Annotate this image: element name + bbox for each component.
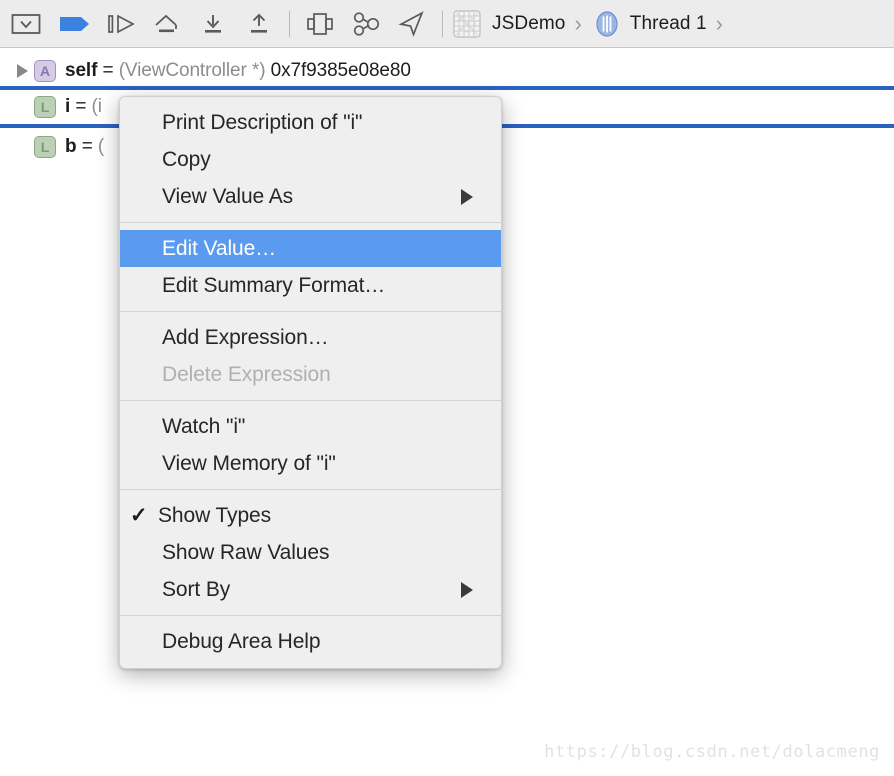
debug-toolbar: JSDemo › Thread 1 › — [0, 0, 894, 48]
panel-collapse-icon — [11, 12, 41, 36]
toolbar-divider-2 — [442, 10, 443, 37]
variable-value: 0x7f9385e08e80 — [265, 60, 411, 81]
continue-program-icon — [105, 12, 137, 36]
menu-item-label: Edit Summary Format… — [162, 273, 386, 297]
variable-equals: = — [70, 96, 92, 117]
thread-icon — [593, 10, 621, 38]
menu-separator — [120, 222, 501, 223]
menu-item-view-value-as[interactable]: View Value As — [120, 178, 501, 215]
simulate-location-button[interactable] — [389, 0, 435, 48]
toolbar-divider-1 — [289, 10, 290, 37]
menu-item-watch[interactable]: Watch "i" — [120, 408, 501, 445]
variable-type: ( — [97, 136, 105, 157]
variable-type: (ViewController *) — [118, 60, 266, 81]
menu-item-view-memory[interactable]: View Memory of "i" — [120, 445, 501, 482]
memory-graph-button[interactable] — [343, 0, 389, 48]
variables-context-menu[interactable]: Print Description of "i" Copy View Value A… — [119, 96, 502, 669]
variable-name: b — [65, 136, 77, 157]
menu-item-label: Delete Expression — [162, 362, 331, 386]
menu-item-label: Copy — [162, 147, 211, 171]
disclosure-triangle-icon[interactable] — [10, 64, 34, 78]
menu-item-show-raw-values[interactable]: Show Raw Values — [120, 534, 501, 571]
menu-item-debug-area-help[interactable]: Debug Area Help — [120, 623, 501, 660]
menu-item-label: View Memory of "i" — [162, 451, 336, 475]
table-row[interactable]: A self = (ViewController *) 0x7f9385e08e… — [0, 53, 894, 89]
menu-item-label: Debug Area Help — [162, 629, 321, 653]
breadcrumb-separator-1: › — [574, 10, 582, 36]
menu-item-label: Sort By — [162, 577, 231, 601]
submenu-arrow-icon — [461, 188, 473, 205]
menu-item-label: Add Expression… — [162, 325, 329, 349]
variable-description: i = (i — [65, 96, 102, 118]
variable-equals: = — [97, 60, 119, 81]
breakpoints-activate-button[interactable] — [52, 0, 98, 48]
variable-description: b = ( — [65, 136, 104, 158]
breadcrumb-thread-label[interactable]: Thread 1 — [630, 13, 707, 35]
menu-item-print-description[interactable]: Print Description of "i" — [120, 104, 501, 141]
menu-item-add-expression[interactable]: Add Expression… — [120, 319, 501, 356]
memory-graph-icon — [350, 11, 382, 37]
step-over-icon — [151, 12, 183, 36]
menu-item-label: Edit Value… — [162, 236, 277, 260]
menu-item-sort-by[interactable]: Sort By — [120, 571, 501, 608]
step-over-button[interactable] — [144, 0, 190, 48]
step-out-button[interactable] — [236, 0, 282, 48]
menu-separator — [120, 311, 501, 312]
variable-kind-badge: A — [34, 60, 56, 82]
menu-item-label: Show Types — [158, 503, 272, 527]
menu-item-show-types[interactable]: ✓ Show Types — [120, 497, 501, 534]
menu-item-edit-value[interactable]: Edit Value… — [120, 230, 501, 267]
grid-thumbnail-icon[interactable] — [452, 9, 482, 39]
menu-separator — [120, 615, 501, 616]
breakpoint-arrow-icon — [59, 13, 91, 35]
view-hierarchy-icon — [304, 11, 336, 37]
menu-separator — [120, 489, 501, 490]
variable-type: (i — [91, 96, 102, 117]
breadcrumb: JSDemo › Thread 1 › — [452, 0, 732, 48]
hide-debug-area-button[interactable] — [0, 0, 52, 48]
variable-kind-badge: L — [34, 136, 56, 158]
breadcrumb-process-label[interactable]: JSDemo — [492, 13, 565, 35]
continue-button[interactable] — [98, 0, 144, 48]
watermark-text: https://blog.csdn.net/dolacmeng — [544, 742, 880, 762]
menu-item-label: View Value As — [162, 184, 294, 208]
submenu-arrow-icon — [461, 581, 473, 598]
breadcrumb-separator-2: › — [715, 10, 723, 36]
step-out-icon — [244, 12, 274, 36]
menu-item-label: Show Raw Values — [162, 540, 330, 564]
menu-item-label: Watch "i" — [162, 414, 246, 438]
menu-separator — [120, 400, 501, 401]
step-into-icon — [198, 12, 228, 36]
variable-equals: = — [76, 136, 98, 157]
location-arrow-icon — [397, 10, 427, 37]
step-into-button[interactable] — [190, 0, 236, 48]
menu-item-copy[interactable]: Copy — [120, 141, 501, 178]
variable-kind-badge: L — [34, 96, 56, 118]
variable-description: self = (ViewController *) 0x7f9385e08e80 — [65, 60, 411, 82]
menu-item-edit-summary-format[interactable]: Edit Summary Format… — [120, 267, 501, 304]
menu-item-delete-expression: Delete Expression — [120, 356, 501, 393]
checkmark-icon: ✓ — [130, 504, 148, 527]
debug-view-hierarchy-button[interactable] — [297, 0, 343, 48]
menu-item-label: Print Description of "i" — [162, 110, 363, 134]
variable-value-text: 0x7f9385e08e80 — [270, 60, 411, 81]
variable-name: self — [65, 60, 98, 81]
